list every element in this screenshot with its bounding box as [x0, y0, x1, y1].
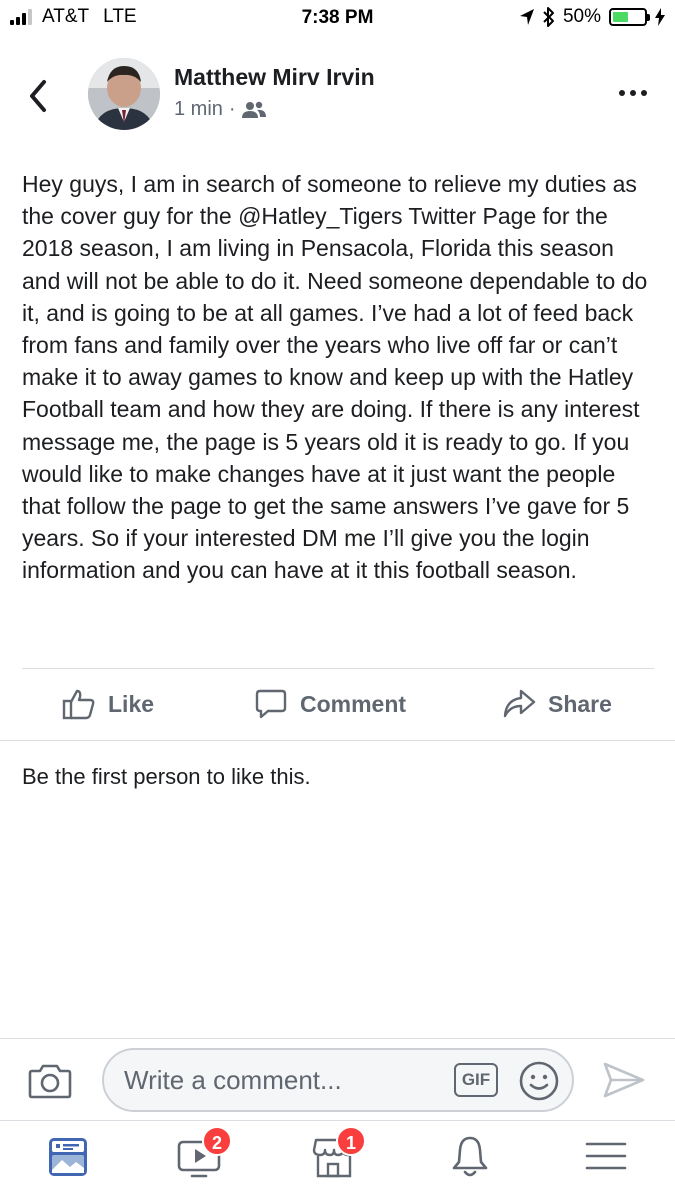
divider	[22, 668, 654, 669]
tab-watch[interactable]: 2	[172, 1126, 232, 1190]
send-icon	[603, 1062, 645, 1098]
dot-icon	[641, 90, 647, 96]
bottom-tab-bar: 2 1	[0, 1120, 675, 1200]
comment-input-box[interactable]: GIF	[102, 1048, 574, 1112]
marketplace-badge: 1	[336, 1126, 366, 1156]
post-actions: Like Comment Share	[0, 670, 675, 740]
tab-menu[interactable]	[576, 1134, 636, 1190]
more-options-button[interactable]	[619, 90, 647, 96]
battery-icon	[609, 8, 650, 26]
gif-button[interactable]: GIF	[454, 1063, 498, 1097]
camera-button[interactable]	[28, 1062, 72, 1105]
charging-bolt-icon	[655, 8, 665, 26]
tab-news-feed[interactable]	[38, 1134, 98, 1190]
comment-label: Comment	[300, 690, 407, 717]
location-arrow-icon	[519, 9, 534, 25]
dot-icon	[619, 90, 625, 96]
dot-icon	[630, 90, 636, 96]
emoji-button[interactable]	[518, 1060, 560, 1107]
tab-notifications[interactable]	[440, 1134, 500, 1190]
comment-button[interactable]: Comment	[254, 688, 406, 720]
comment-composer: GIF	[0, 1040, 675, 1120]
battery-percent: 50%	[562, 6, 601, 27]
share-button[interactable]: Share	[502, 688, 612, 720]
thumbs-up-icon	[62, 689, 95, 720]
watch-badge: 2	[202, 1126, 232, 1156]
like-button[interactable]: Like	[62, 688, 154, 720]
back-button[interactable]	[24, 78, 54, 114]
bluetooth-icon	[543, 7, 554, 27]
post-header: Matthew Mirv Irvin 1 min ·	[0, 50, 675, 140]
reactions-summary: Be the first person to like this.	[22, 764, 311, 789]
meta-separator: ·	[228, 98, 236, 120]
chevron-left-icon	[30, 80, 46, 112]
post-timestamp[interactable]: 1 min	[174, 98, 223, 121]
post-text: Hey guys, I am in search of someone to r…	[22, 171, 648, 584]
news-feed-icon	[49, 1138, 87, 1176]
like-label: Like	[108, 690, 155, 717]
status-right: 50%	[519, 6, 665, 28]
tab-marketplace[interactable]: 1	[306, 1126, 366, 1190]
avatar[interactable]	[88, 58, 160, 130]
camera-icon	[28, 1064, 72, 1099]
send-button[interactable]	[602, 1060, 646, 1105]
share-label: Share	[548, 690, 612, 717]
status-bar: AT&T LTE 7:38 PM 50%	[0, 0, 675, 40]
post-meta: 1 min ·	[174, 98, 266, 121]
comment-input[interactable]	[124, 1060, 444, 1100]
divider	[0, 740, 675, 741]
friends-icon	[241, 101, 266, 118]
author-name[interactable]: Matthew Mirv Irvin	[174, 64, 375, 91]
hamburger-menu-icon	[585, 1142, 627, 1170]
smiley-icon	[519, 1061, 559, 1101]
speech-bubble-icon	[255, 689, 287, 719]
divider	[0, 1038, 675, 1039]
bell-icon	[452, 1136, 488, 1177]
share-arrow-icon	[503, 689, 536, 718]
